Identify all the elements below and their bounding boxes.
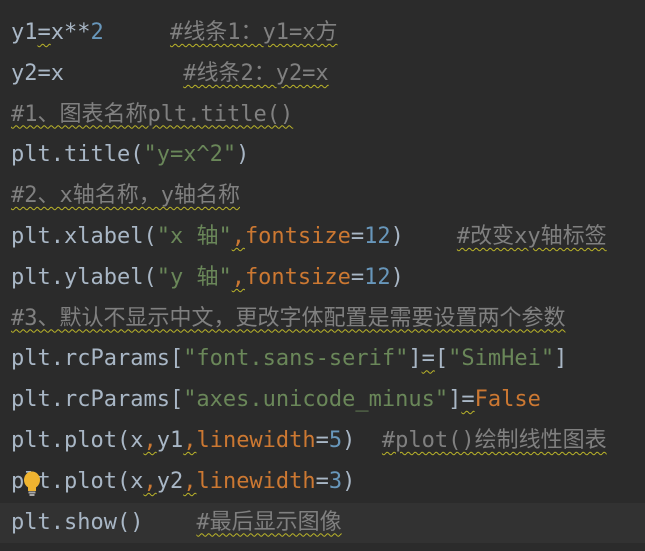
code-token: , [143, 428, 157, 453]
code-line[interactable]: plt.plot(x,y2,linewidth=3) [0, 462, 645, 502]
code-token: #改变xy轴标签 [456, 224, 607, 249]
code-token: "y 轴" [156, 264, 232, 290]
code-token: "axes.unicode_minus" [183, 387, 449, 413]
code-token: ) [390, 264, 404, 290]
code-token: 3 [328, 468, 343, 494]
code-token: 12 [364, 264, 391, 290]
code-token: 5 [328, 428, 343, 453]
code-token: , [231, 224, 245, 249]
code-token: #线条2：y2=x [183, 60, 329, 86]
code-token: plt.rcParams[ [11, 387, 184, 413]
code-line-current[interactable]: plt.show() #最后显示图像 [0, 502, 645, 543]
code-token: fontsize [244, 224, 351, 249]
code-token: = [350, 224, 365, 249]
code-token: linewidth [196, 468, 316, 494]
code-token: plt.ylabel( [11, 264, 157, 290]
code-line-text: y2=x #线条2：y2=x [11, 54, 329, 94]
code-line-text: #3、默认不显示中文，更改字体配置是需要设置两个参数 [11, 299, 566, 339]
code-token: ) [236, 142, 250, 168]
code-token: y2=x [11, 60, 64, 86]
code-line-text: plt.rcParams["font.sans-serif"]=["SimHei… [11, 339, 567, 379]
code-line[interactable]: y1=x**2 #线条1：y1=x方 [0, 13, 645, 53]
code-line-text: plt.rcParams["axes.unicode_minus"]=False [11, 380, 541, 420]
code-line[interactable]: y2=x #线条2：y2=x [0, 54, 645, 94]
code-token: x** [50, 20, 91, 45]
code-line[interactable]: plt.rcParams["font.sans-serif"]=["SimHei… [0, 339, 645, 379]
code-token: #2、x轴名称，y轴名称 [11, 183, 240, 209]
code-line-text: plt.plot(x,y2,linewidth=3) [11, 462, 355, 502]
code-line-text: plt.ylabel("y 轴",fontsize=12) [11, 258, 404, 298]
code-token: y1 [11, 20, 38, 45]
code-token: ) [390, 224, 457, 249]
code-token: #plot()绘制线性图表 [381, 428, 607, 453]
code-token: #3、默认不显示中文，更改字体配置是需要设置两个参数 [11, 305, 566, 331]
code-line[interactable]: plt.ylabel("y 轴",fontsize=12) [0, 258, 645, 298]
code-token: plt.show() [11, 509, 144, 535]
code-line-text: plt.xlabel("x 轴",fontsize=12) #改变xy轴标签 [11, 217, 607, 257]
code-token: = [315, 428, 329, 453]
code-token: ] [408, 346, 422, 372]
code-token: , [231, 264, 245, 290]
code-token: "x 轴" [156, 224, 232, 249]
code-line-text: #2、x轴名称，y轴名称 [11, 176, 240, 216]
code-token: linewidth [196, 428, 316, 453]
code-token: = [37, 20, 51, 45]
code-token: False [474, 387, 541, 413]
lightbulb-icon[interactable] [22, 471, 42, 497]
code-editor[interactable]: y1=x**2 #线条1：y1=x方 y2=x #线条2：y2=x #1、图表名称p… [0, 0, 645, 551]
previous-line-fragment [0, 0, 645, 8]
code-token: ] [554, 346, 568, 372]
code-token: "y=x^2" [143, 142, 237, 168]
code-token: #1、图表名称plt.title() [11, 101, 294, 127]
code-line[interactable]: #1、图表名称plt.title() [0, 95, 645, 135]
code-token: #最后显示图像 [196, 509, 342, 535]
code-token: 12 [364, 224, 391, 249]
code-token: "SimHei" [448, 346, 555, 372]
code-line-text: plt.title("y=x^2") [11, 135, 249, 175]
code-token: plt.rcParams[ [11, 346, 184, 372]
code-token: y1 [156, 428, 184, 453]
code-line[interactable]: plt.xlabel("x 轴",fontsize=12) #改变xy轴标签 [0, 217, 645, 257]
code-token: plt.title( [11, 142, 144, 168]
code-token: "font.sans-serif" [183, 346, 409, 372]
code-line[interactable]: plt.title("y=x^2") [0, 135, 645, 175]
code-line[interactable]: #2、x轴名称，y轴名称 [0, 176, 645, 216]
code-token: y2 [156, 468, 184, 494]
code-token: , [183, 428, 197, 453]
code-token: = [461, 387, 475, 413]
code-token: , [143, 468, 157, 494]
code-line-text: plt.show() #最后显示图像 [11, 503, 342, 543]
code-line-text: y1=x**2 #线条1：y1=x方 [11, 13, 337, 53]
code-token: ) [342, 428, 382, 453]
code-token: ) [342, 468, 356, 494]
code-token: = [315, 468, 329, 494]
code-line-text: #1、图表名称plt.title() [11, 95, 293, 135]
code-token: plt.plot(x [11, 428, 144, 453]
code-line-text: plt.plot(x,y1,linewidth=5) #plot()绘制线性图表 [11, 421, 607, 461]
code-line[interactable]: plt.plot(x,y1,linewidth=5) #plot()绘制线性图表 [0, 421, 645, 461]
code-token: plt.xlabel( [11, 224, 157, 249]
code-token: #线条1：y1=x方 [169, 20, 338, 45]
code-token: fontsize [244, 264, 351, 290]
code-token: ] [448, 387, 462, 413]
code-token: , [183, 468, 197, 494]
code-line[interactable]: plt.rcParams["axes.unicode_minus"]=False [0, 380, 645, 420]
code-token: = [421, 346, 435, 372]
code-token: 2 [90, 20, 104, 45]
code-line[interactable]: #3、默认不显示中文，更改字体配置是需要设置两个参数 [0, 299, 645, 339]
code-token: [ [434, 346, 449, 372]
code-token: = [350, 264, 365, 290]
